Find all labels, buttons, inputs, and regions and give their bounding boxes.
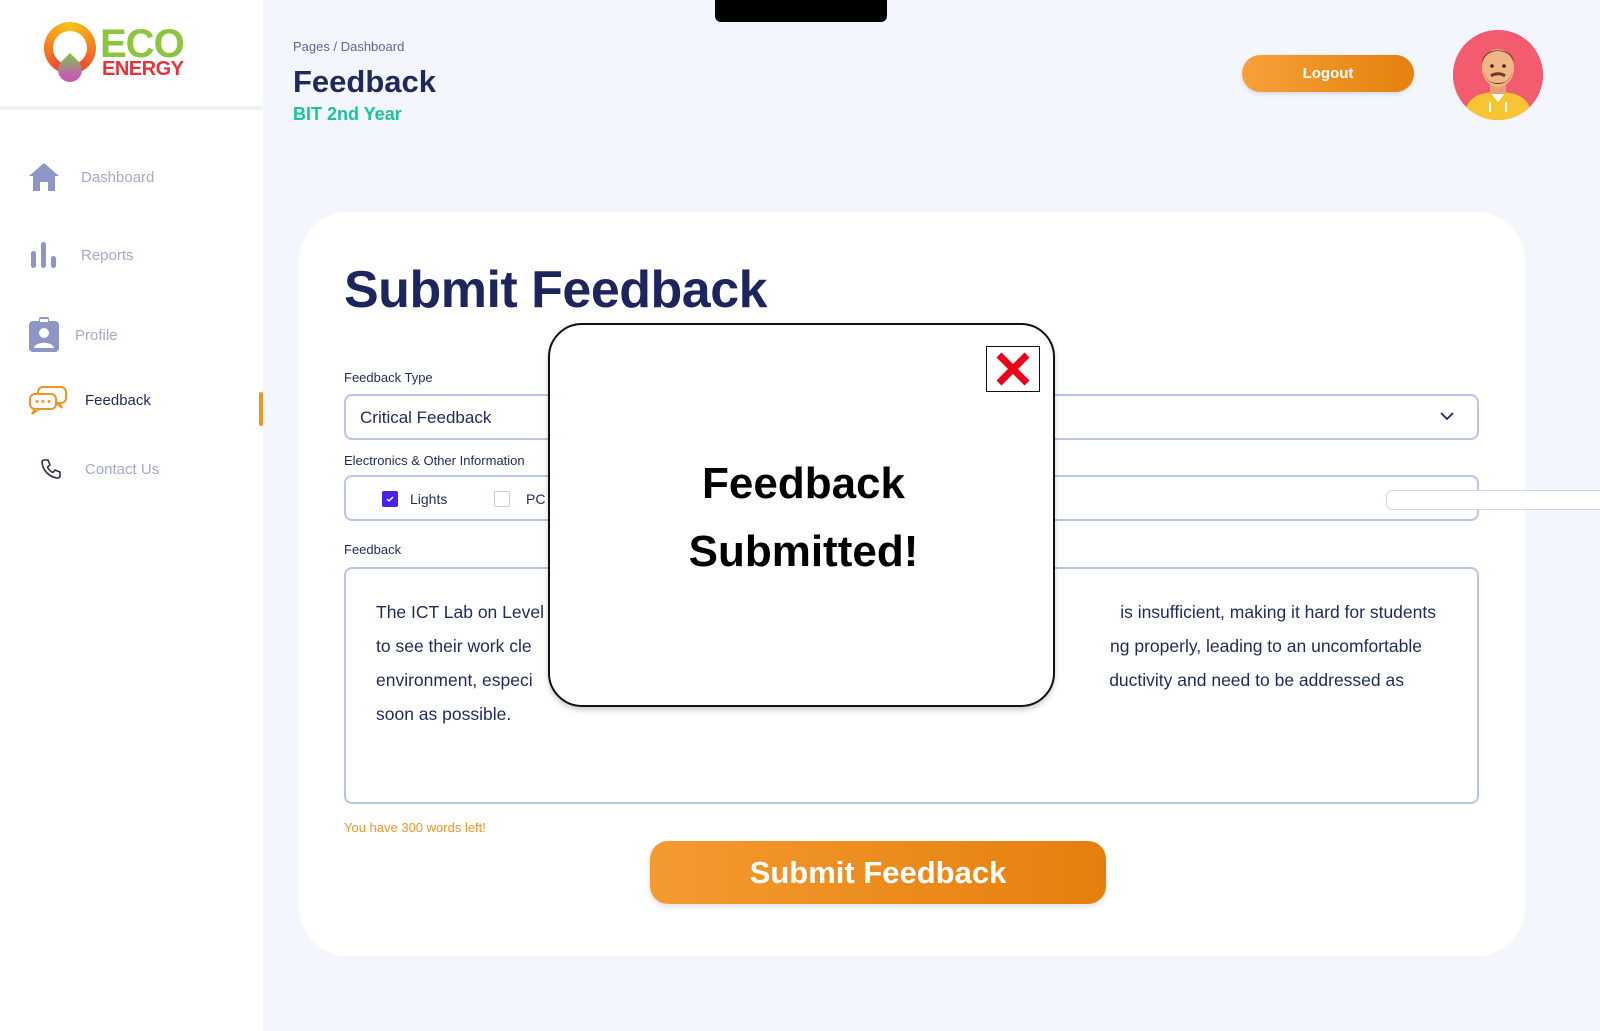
- profile-badge-icon: [27, 317, 61, 352]
- sidebar-item-label: Profile: [75, 326, 118, 344]
- device-notch: [715, 0, 887, 22]
- close-x-icon[interactable]: [986, 346, 1040, 392]
- feedback-text-line: environment, especi: [376, 670, 533, 690]
- chevron-down-icon: [1439, 408, 1455, 429]
- logout-button[interactable]: Logout: [1242, 55, 1414, 92]
- feedback-text-line: soon as possible.: [376, 704, 512, 724]
- sidebar: ECO ENERGY Dashboard Reports Profile Fee…: [0, 0, 263, 1031]
- sidebar-item-label: Feedback: [85, 391, 151, 409]
- pc-checkbox-label: PC: [526, 491, 546, 507]
- active-indicator: [259, 392, 263, 426]
- sidebar-item-label: Dashboard: [81, 168, 155, 186]
- feedback-type-label: Feedback Type: [344, 370, 433, 385]
- sidebar-item-feedback[interactable]: Feedback: [0, 375, 263, 425]
- home-icon: [27, 160, 61, 194]
- feedback-text-line: ng properly, leading to an uncomfortable: [1110, 636, 1422, 656]
- sidebar-item-label: Contact Us: [85, 460, 160, 478]
- feedback-text-line: The ICT Lab on Level: [376, 602, 544, 622]
- bar-chart-icon: [27, 238, 61, 272]
- feedback-text-line: is insufficient, making it hard for stud…: [1120, 602, 1436, 622]
- success-modal: Feedback Submitted!: [548, 323, 1055, 707]
- sidebar-item-profile[interactable]: Profile: [0, 310, 263, 360]
- user-avatar-icon[interactable]: [1453, 30, 1543, 120]
- other-info-input[interactable]: [1386, 490, 1600, 510]
- phone-icon: [34, 452, 68, 486]
- sidebar-item-label: Reports: [81, 246, 134, 264]
- pc-checkbox[interactable]: [494, 491, 510, 507]
- page-title: Feedback: [293, 64, 437, 99]
- feedback-text-line: ductivity and need to be addressed as: [1109, 670, 1404, 690]
- lights-checkbox-label: Lights: [410, 491, 448, 507]
- submit-feedback-button[interactable]: Submit Feedback: [650, 841, 1106, 904]
- modal-message-line: Feedback: [702, 459, 905, 508]
- logo-text-energy: ENERGY: [102, 58, 184, 80]
- lights-checkbox[interactable]: [382, 491, 398, 507]
- breadcrumb: Pages / Dashboard: [293, 39, 405, 54]
- logo[interactable]: ECO ENERGY: [0, 0, 263, 110]
- feedback-text-line: to see their work cle: [376, 636, 532, 656]
- feedback-type-value: Critical Feedback: [360, 408, 492, 427]
- sidebar-item-dashboard[interactable]: Dashboard: [0, 152, 263, 202]
- electronics-label: Electronics & Other Information: [344, 453, 525, 468]
- feedback-label: Feedback: [344, 542, 402, 557]
- sidebar-item-contact-us[interactable]: Contact Us: [0, 444, 263, 494]
- modal-message-line: Submitted!: [688, 527, 919, 576]
- sidebar-item-reports[interactable]: Reports: [0, 230, 263, 280]
- words-left-counter: You have 300 words left!: [344, 820, 486, 835]
- chat-bubbles-icon: [28, 383, 68, 417]
- modal-message: Feedback Submitted!: [550, 450, 1057, 586]
- page-subtitle: BIT 2nd Year: [293, 104, 402, 124]
- form-title: Submit Feedback: [344, 261, 768, 319]
